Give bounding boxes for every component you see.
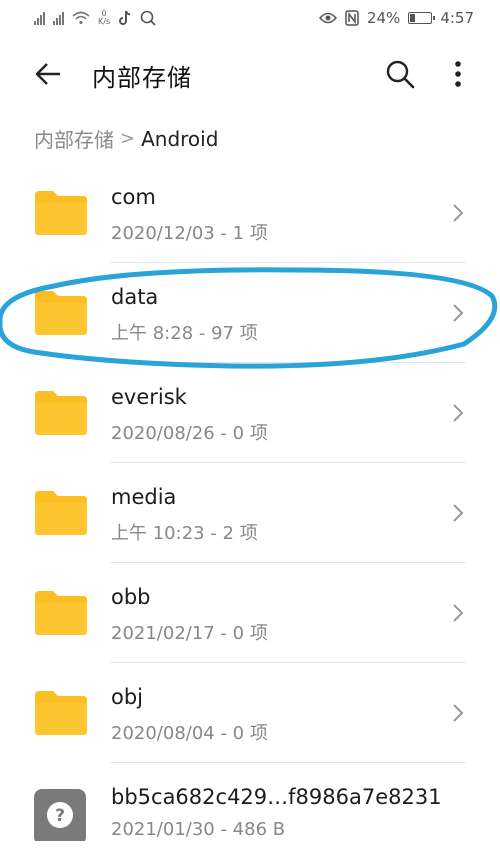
tiktok-icon bbox=[119, 10, 131, 25]
breadcrumb-separator: > bbox=[120, 128, 136, 149]
clock: 4:57 bbox=[440, 9, 474, 27]
file-name: bb5ca682c429…f8986a7e8231 bbox=[111, 785, 442, 809]
file-name: obj bbox=[111, 685, 144, 709]
folder-icon bbox=[35, 491, 87, 535]
battery-percent: 24% bbox=[366, 9, 401, 27]
chevron-right-icon bbox=[453, 304, 464, 322]
battery-icon bbox=[408, 12, 436, 24]
status-left: 0 K/s bbox=[34, 10, 156, 26]
chevron-right-icon bbox=[453, 604, 464, 622]
file-name: everisk bbox=[111, 385, 187, 409]
file-meta: 2021/01/30 - 486 B bbox=[111, 819, 286, 840]
chevron-right-icon bbox=[453, 504, 464, 522]
file-list: com 2020/12/03 - 1 项 data 上午 8:28 - 97 项… bbox=[0, 163, 500, 863]
file-name: obb bbox=[111, 585, 151, 609]
file-name: media bbox=[111, 485, 177, 509]
search-app-icon bbox=[140, 10, 156, 26]
status-right: 24% 4:57 bbox=[318, 9, 474, 27]
nfc-icon bbox=[345, 10, 359, 26]
eye-icon bbox=[318, 12, 337, 24]
chevron-right-icon bbox=[453, 204, 464, 222]
file-row[interactable]: obj 2020/08/04 - 0 项 bbox=[0, 663, 500, 763]
back-button[interactable] bbox=[30, 56, 66, 92]
more-vertical-icon bbox=[455, 61, 461, 87]
file-row[interactable]: obb 2021/02/17 - 0 项 bbox=[0, 563, 500, 663]
breadcrumb: 内部存储 > Android bbox=[34, 124, 218, 153]
unknown-file-icon: ? bbox=[34, 789, 86, 841]
file-meta: 2020/12/03 - 1 项 bbox=[111, 223, 268, 244]
network-speed: 0 K/s bbox=[98, 10, 110, 26]
file-meta: 2020/08/04 - 0 项 bbox=[111, 723, 268, 744]
status-bar: 0 K/s 24% 4:57 bbox=[0, 0, 500, 36]
folder-icon bbox=[35, 291, 87, 335]
folder-icon bbox=[35, 691, 87, 735]
breadcrumb-current: Android bbox=[141, 126, 219, 151]
file-row[interactable]: media 上午 10:23 - 2 项 bbox=[0, 463, 500, 563]
app-bar: 内部存储 bbox=[0, 44, 500, 104]
folder-icon bbox=[35, 591, 87, 635]
file-row[interactable]: data 上午 8:28 - 97 项 bbox=[0, 263, 500, 363]
chevron-right-icon bbox=[453, 704, 464, 722]
file-row[interactable]: com 2020/12/03 - 1 项 bbox=[0, 163, 500, 263]
file-meta: 上午 8:28 - 97 项 bbox=[111, 323, 258, 344]
search-button[interactable] bbox=[382, 56, 418, 92]
file-row[interactable]: everisk 2020/08/26 - 0 项 bbox=[0, 363, 500, 463]
more-options-button[interactable] bbox=[440, 56, 476, 92]
signal-icon bbox=[34, 11, 45, 25]
page-title: 内部存储 bbox=[92, 64, 192, 92]
network-speed-unit: K/s bbox=[98, 17, 111, 26]
arrow-left-icon bbox=[35, 63, 60, 85]
search-icon bbox=[386, 60, 415, 89]
folder-icon bbox=[35, 191, 87, 235]
wifi-icon bbox=[72, 11, 90, 25]
signal-icon bbox=[53, 11, 64, 25]
chevron-right-icon bbox=[453, 404, 464, 422]
folder-icon bbox=[35, 391, 87, 435]
file-meta: 2021/02/17 - 0 项 bbox=[111, 623, 268, 644]
file-name: com bbox=[111, 185, 156, 209]
breadcrumb-root[interactable]: 内部存储 bbox=[34, 124, 114, 153]
file-row[interactable]: ? bb5ca682c429…f8986a7e8231 2021/01/30 -… bbox=[0, 763, 500, 863]
svg-text:?: ? bbox=[55, 806, 65, 826]
file-meta: 2020/08/26 - 0 项 bbox=[111, 423, 268, 444]
file-meta: 上午 10:23 - 2 项 bbox=[111, 523, 258, 544]
file-name: data bbox=[111, 285, 159, 309]
